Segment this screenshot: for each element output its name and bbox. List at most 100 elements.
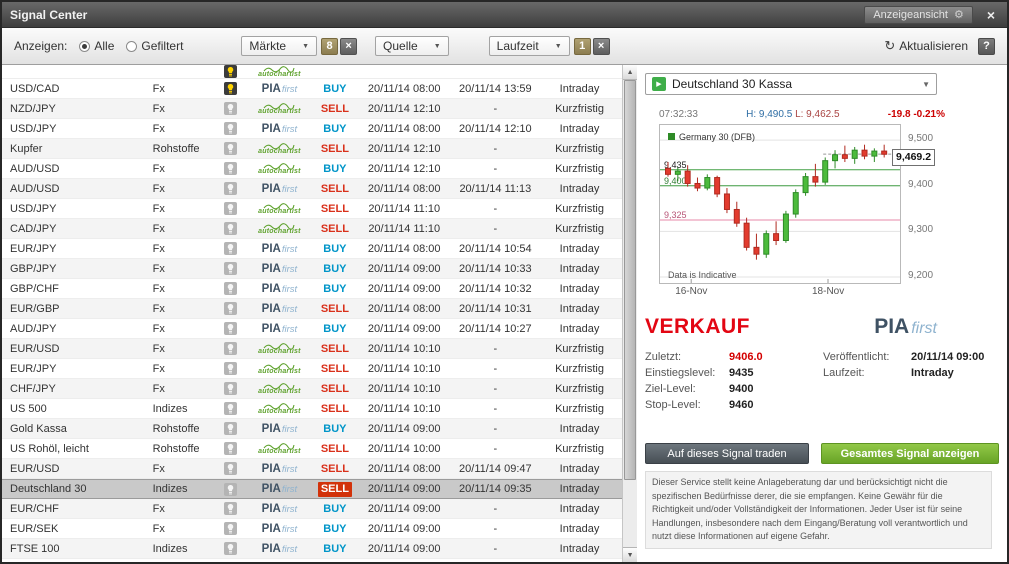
signal-lightbulb-icon[interactable] [218, 302, 244, 315]
signal-lightbulb-icon[interactable] [218, 242, 244, 255]
table-row[interactable]: GBP/JPY Fx PIAfirst BUY 20/11/14 09:00 20/11/… [2, 259, 623, 279]
table-row[interactable]: EUR/SEK Fx PIAfirst BUY 20/11/14 09:00 - Intra… [2, 519, 623, 539]
table-row[interactable]: Kupfer Rohstoffe autochartist SELL 20/11/14 … [2, 139, 623, 159]
piafirst-logo: PIAfirst [261, 542, 298, 555]
table-row[interactable]: EUR/JPY Fx autochartist SELL 20/11/14 10:10 -… [2, 359, 623, 379]
signal-lightbulb-icon[interactable] [218, 502, 244, 515]
trade-signal-button[interactable]: Auf dieses Signal traden [645, 443, 809, 464]
radio-alle-button[interactable] [79, 40, 91, 52]
candlestick-plot: 9,435 9,400 9,325 Germany 30 (DFB) Data is I… [659, 124, 901, 284]
scroll-down-icon[interactable]: ▼ [623, 547, 637, 562]
table-row[interactable]: AUD/USD Fx autochartist BUY 20/11/14 12:10 - K… [2, 159, 623, 179]
instrument-dropdown[interactable]: ▶ Deutschland 30 Kassa ▼ [645, 73, 937, 95]
start-time-cell: 20/11/14 10:10 [367, 342, 441, 355]
end-time-cell: 20/11/14 10:33 [459, 262, 532, 275]
laufzeit-cell: Kurzfristig [555, 402, 604, 415]
signal-lightbulb-icon[interactable] [218, 82, 244, 95]
table-row[interactable]: EUR/CHF Fx PIAfirst BUY 20/11/14 09:00 - Intra… [2, 499, 623, 519]
chevron-down-icon: ▼ [922, 79, 930, 89]
signal-lightbulb-icon[interactable] [218, 422, 244, 435]
signal-lightbulb-icon[interactable] [218, 442, 244, 455]
market-cell: EUR/JPY [10, 362, 57, 375]
signal-lightbulb-icon[interactable] [218, 382, 244, 395]
refresh-button[interactable]: ↻ Aktualisieren [884, 38, 968, 54]
help-button[interactable]: ? [978, 37, 995, 55]
end-time-cell: 20/11/14 10:32 [459, 282, 532, 295]
table-row[interactable]: USD/JPY Fx autochartist SELL 20/11/14 11:10 -… [2, 199, 623, 219]
table-row[interactable]: autochartist [2, 65, 623, 79]
signal-lightbulb-icon[interactable] [218, 362, 244, 375]
laufzeit-dropdown[interactable]: Laufzeit ▼ [488, 36, 570, 56]
table-row[interactable]: Gold Kassa Rohstoffe PIAfirst BUY 20/11/14 0… [2, 419, 623, 439]
quelle-dropdown[interactable]: Quelle ▼ [375, 36, 449, 56]
end-time-cell: - [493, 442, 498, 455]
table-row[interactable]: EUR/GBP Fx PIAfirst SELL 20/11/14 08:00 20/11… [2, 299, 623, 319]
laufzeit-cell: Intraday [559, 502, 600, 515]
table-row[interactable]: EUR/USD Fx PIAfirst SELL 20/11/14 08:00 20/11… [2, 459, 623, 479]
table-row[interactable]: US Rohöl, leicht Rohstoffe autochartist SEL… [2, 439, 623, 459]
end-time-cell: - [493, 402, 498, 415]
table-row[interactable]: FTSE 100 Indizes PIAfirst BUY 20/11/14 09:00… [2, 539, 623, 559]
table-scrollbar[interactable]: ▲ ▼ [622, 65, 637, 562]
category-cell: Indizes [152, 542, 188, 555]
end-time-cell: - [493, 362, 498, 375]
table-row[interactable]: Deutschland 30 Indizes PIAfirst SELL 20/11/1… [2, 479, 623, 499]
table-row[interactable]: NZD/JPY Fx autochartist SELL 20/11/14 12:10 -… [2, 99, 623, 119]
signal-lightbulb-icon[interactable] [218, 122, 244, 135]
signal-lightbulb-icon[interactable] [218, 522, 244, 535]
laufzeit-clear-icon[interactable]: × [592, 37, 610, 55]
source-cell: PIAfirst [244, 543, 315, 555]
table-row[interactable]: USD/CAD Fx PIAfirst BUY 20/11/14 08:00 20/11/… [2, 79, 623, 99]
signal-lightbulb-icon[interactable] [218, 162, 244, 175]
category-cell: Rohstoffe [152, 442, 200, 455]
table-row[interactable]: EUR/USD Fx autochartist SELL 20/11/14 10:10 -… [2, 339, 623, 359]
category-cell: Fx [152, 242, 165, 255]
display-view-button[interactable]: Anzeigeansicht ⚙ [864, 5, 973, 24]
radio-alle[interactable]: Alle [79, 39, 114, 53]
signal-lightbulb-icon[interactable] [218, 102, 244, 115]
table-row[interactable]: CAD/JPY Fx autochartist SELL 20/11/14 11:10 -… [2, 219, 623, 239]
signal-lightbulb-icon[interactable] [218, 402, 244, 415]
maerkte-clear-icon[interactable]: × [340, 37, 358, 55]
signal-lightbulb-icon[interactable] [218, 482, 244, 496]
scroll-up-icon[interactable]: ▲ [623, 65, 637, 80]
laufzeit-cell: Intraday [559, 262, 600, 275]
radio-gefiltert[interactable]: Gefiltert [126, 39, 183, 53]
table-row[interactable]: US 500 Indizes autochartist SELL 20/11/14 10… [2, 399, 623, 419]
table-row[interactable]: CHF/JPY Fx autochartist SELL 20/11/14 10:10 -… [2, 379, 623, 399]
signal-lightbulb-icon[interactable] [218, 142, 244, 155]
start-time-cell: 20/11/14 09:00 [367, 542, 441, 555]
signal-lightbulb-icon[interactable] [218, 202, 244, 215]
signal-lightbulb-icon[interactable] [218, 262, 244, 275]
table-row[interactable]: AUD/JPY Fx PIAfirst BUY 20/11/14 09:00 20/11/… [2, 319, 623, 339]
signal-lightbulb-icon[interactable] [218, 342, 244, 355]
scrollbar-thumb[interactable] [624, 80, 636, 480]
laufzeit-cell: Kurzfristig [555, 142, 604, 155]
start-time-cell: 20/11/14 09:00 [367, 262, 441, 275]
chevron-down-icon: ▼ [433, 42, 441, 50]
signal-lightbulb-icon[interactable] [218, 542, 244, 555]
maerkte-dropdown[interactable]: Märkte ▼ [241, 36, 318, 56]
view-full-signal-button[interactable]: Gesamtes Signal anzeigen [821, 443, 999, 464]
table-row[interactable]: AUD/USD Fx PIAfirst SELL 20/11/14 08:00 20/11… [2, 179, 623, 199]
action-cell: SELL [320, 102, 349, 115]
table-row[interactable]: EUR/JPY Fx PIAfirst BUY 20/11/14 08:00 20/11/… [2, 239, 623, 259]
table-row[interactable]: USD/JPY Fx PIAfirst BUY 20/11/14 08:00 20/11/… [2, 119, 623, 139]
table-row[interactable]: GBP/CHF Fx PIAfirst BUY 20/11/14 09:00 20/11/… [2, 279, 623, 299]
source-cell: PIAfirst [244, 243, 315, 255]
signal-lightbulb-icon[interactable] [218, 462, 244, 475]
signal-lightbulb-icon[interactable] [218, 282, 244, 295]
autochartist-logo: autochartist [258, 402, 300, 415]
action-cell: BUY [323, 422, 347, 435]
signal-lightbulb-icon[interactable] [218, 222, 244, 235]
signal-lightbulb-icon[interactable] [218, 322, 244, 335]
category-cell: Fx [152, 462, 165, 475]
action-cell: SELL [320, 402, 349, 415]
action-cell: SELL [320, 222, 349, 235]
radio-gefiltert-button[interactable] [126, 40, 138, 52]
market-cell: GBP/JPY [10, 262, 57, 275]
close-icon[interactable]: × [987, 7, 995, 23]
signal-lightbulb-icon[interactable] [218, 65, 244, 78]
chart-change: -19.8 [887, 109, 911, 120]
signal-lightbulb-icon[interactable] [218, 182, 244, 195]
